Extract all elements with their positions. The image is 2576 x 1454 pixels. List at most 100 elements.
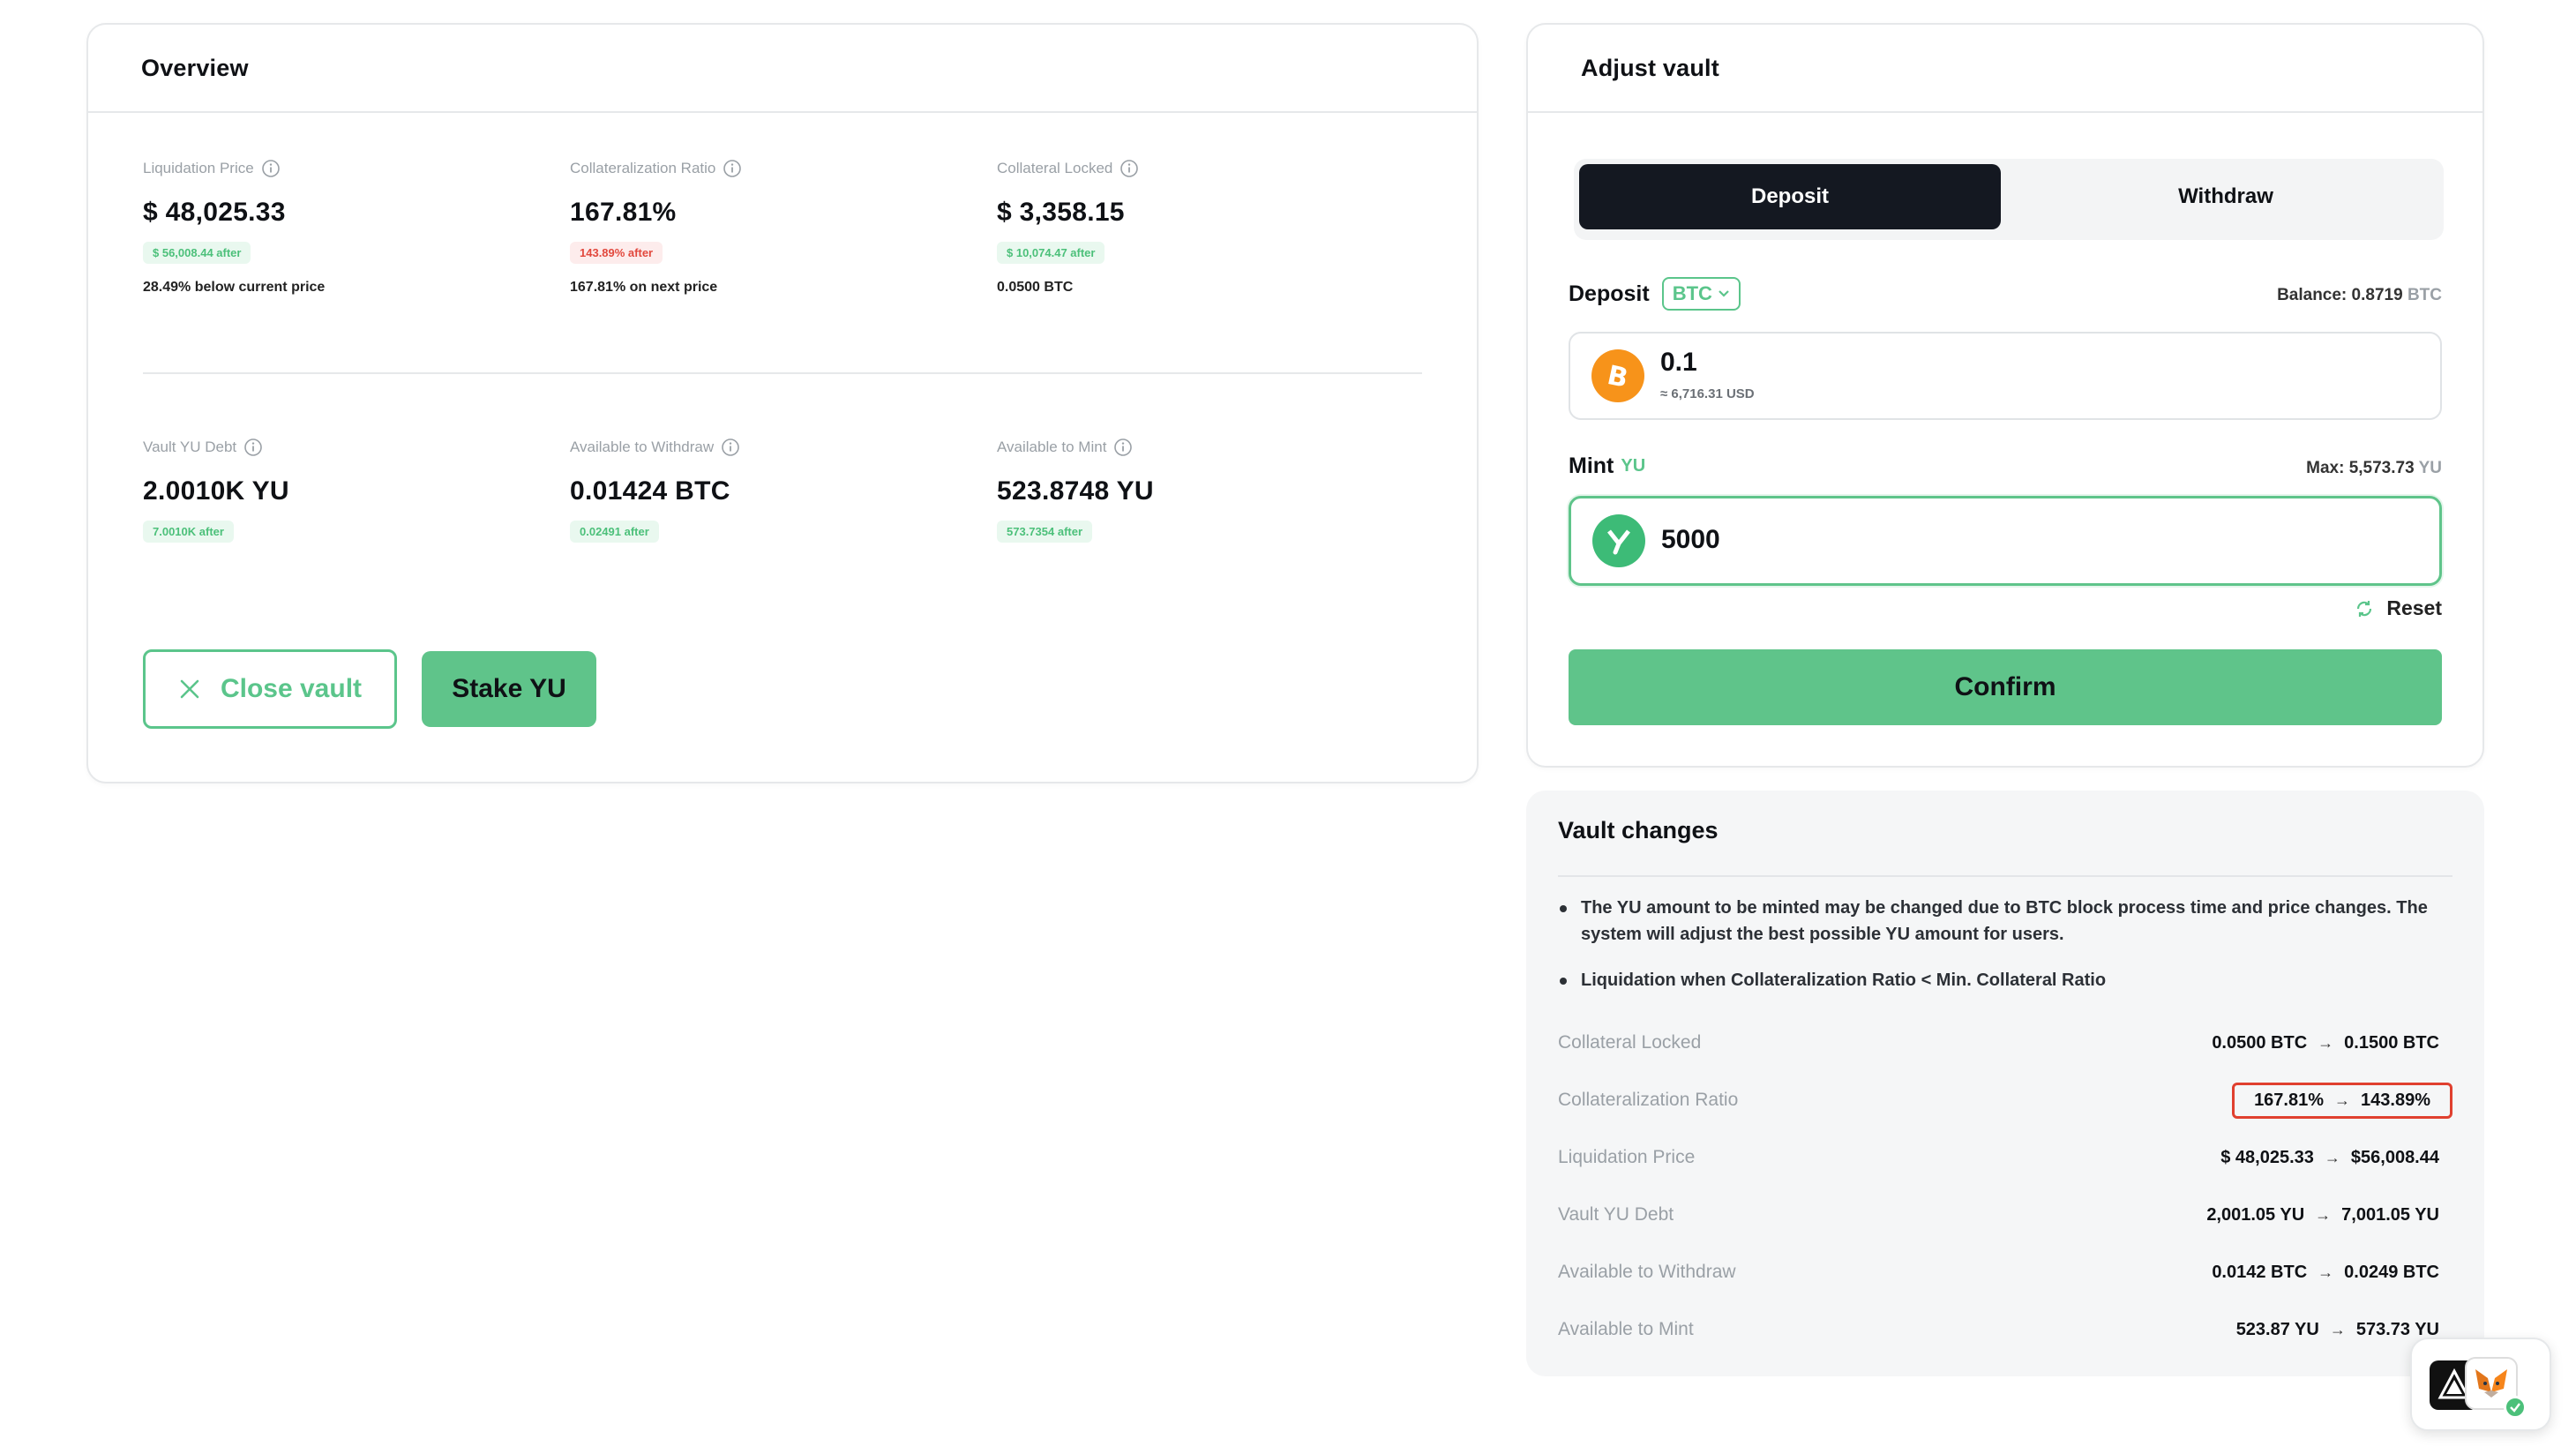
arrow-right-icon: → [2315,1205,2332,1224]
change-to: $56,008.44 [2350,1147,2439,1167]
mint-label: Mint [1569,453,1614,478]
adjust-vault-title: Adjust vault [1528,25,2482,113]
stat-vault-yu-debt: Vault YU Debt 2.0010K YU 7.0010K after [143,438,289,543]
mint-amount-value: 5000 [1661,525,1720,554]
change-value-highlighted: 167.81% → 143.89% [2232,1082,2452,1119]
change-value: 2,001.05 YU → 7,001.05 YU [2193,1197,2452,1233]
section-divider [1558,875,2452,877]
stat-value: 523.8748 YU [997,476,1154,506]
balance-value: Balance: 0.8719 [2277,286,2403,304]
refresh-icon [2357,600,2372,617]
overview-title: Overview [88,25,1477,113]
close-vault-button[interactable]: Close vault [143,649,397,729]
note-item: The YU amount to be minted may be change… [1558,895,2449,948]
reset-button[interactable]: Reset [2355,596,2442,620]
vault-changes-title: Vault changes [1558,817,1719,843]
after-badge: 0.02491 after [570,521,659,543]
change-to: 7,001.05 YU [2341,1204,2439,1225]
arrow-right-icon: → [2324,1148,2340,1166]
deposit-amount-input[interactable]: B 0.1 ≈ 6,716.31 USD [1569,332,2442,420]
info-icon[interactable] [723,159,742,178]
arrow-right-icon: → [2318,1263,2334,1281]
stat-available-to-withdraw: Available to Withdraw 0.01424 BTC 0.0249… [570,438,740,543]
stat-label: Available to Mint [997,438,1107,455]
change-from: 523.87 YU [2235,1319,2319,1339]
stat-value: 0.01424 BTC [570,476,730,506]
info-icon[interactable] [721,438,740,457]
balance-readout: Balance: 0.8719 BTC [2277,286,2442,305]
change-label: Liquidation Price [1558,1147,1696,1167]
stat-available-to-mint: Available to Mint 523.8748 YU 573.7354 a… [997,438,1154,543]
max-unit: YU [2418,459,2442,477]
mint-field-label: Mint YU [1569,453,1645,479]
stat-subtext: 28.49% below current price [143,280,326,295]
arrow-right-icon: → [2334,1090,2351,1109]
stat-collateralization-ratio: Collateralization Ratio 167.81% 143.89% … [570,159,742,296]
change-value: 0.0142 BTC → 0.0249 BTC [2198,1255,2452,1291]
deposit-withdraw-toggle: Deposit Withdraw [1574,159,2444,240]
change-label: Collateralization Ratio [1558,1090,1739,1110]
stat-subtext: 0.0500 BTC [997,280,1074,295]
close-icon [180,679,199,699]
balance-unit: BTC [2407,286,2442,304]
deposit-label: Deposit [1569,281,1650,306]
stat-label: Available to Withdraw [570,438,715,455]
change-row: Collateral Locked 0.0500 BTC → 0.1500 BTC [1558,1025,2452,1061]
note-item: Liquidation when Collateralization Ratio… [1558,967,2449,993]
info-icon[interactable] [243,438,263,457]
info-icon[interactable] [261,159,281,178]
after-badge: 7.0010K after [143,521,234,543]
stat-collateral-locked: Collateral Locked $ 3,358.15 $ 10,074.47… [997,159,1139,296]
token-select[interactable]: BTC [1661,277,1741,311]
stat-label: Liquidation Price [143,160,254,176]
tab-withdraw[interactable]: Withdraw [2015,164,2437,229]
arrow-right-icon: → [2318,1033,2334,1052]
change-to: 0.0249 BTC [2344,1262,2439,1282]
section-divider [143,372,1422,374]
change-label: Collateral Locked [1558,1032,1702,1053]
change-to: 143.89% [2361,1090,2430,1110]
change-label: Available to Withdraw [1558,1262,1736,1282]
close-vault-label: Close vault [220,674,363,703]
deposit-amount-value: 0.1 [1660,348,1697,377]
info-icon[interactable] [1113,438,1133,457]
wallet-widget[interactable] [2410,1338,2551,1431]
change-from: 0.0500 BTC [2212,1032,2308,1053]
change-row: Available to Mint 523.87 YU → 573.73 YU [1558,1312,2452,1347]
change-from: 2,001.05 YU [2206,1204,2305,1225]
change-label: Available to Mint [1558,1319,1694,1339]
stat-label: Vault YU Debt [143,438,237,455]
overview-card: Overview Liquidation Price $ 48,025.33 $… [86,23,1479,783]
mint-amount-input[interactable]: 5000 [1569,496,2442,586]
token-select-value: BTC [1672,282,1712,304]
stake-yu-button[interactable]: Stake YU [422,651,596,727]
change-value: 0.0500 BTC → 0.1500 BTC [2198,1025,2452,1061]
stat-subtext: 167.81% on next price [570,280,718,295]
adjust-vault-card: Adjust vault Deposit Withdraw Deposit BT… [1526,23,2484,768]
deposit-field-label: Deposit BTC [1569,277,1741,311]
change-value: $ 48,025.33 → $56,008.44 [2207,1140,2452,1176]
change-row: Collateralization Ratio 167.81% → 143.89% [1558,1082,2452,1119]
yu-token-icon [1592,514,1645,567]
change-row: Vault YU Debt 2,001.05 YU → 7,001.05 YU [1558,1197,2452,1233]
chevron-down-icon [1719,290,1729,297]
stat-label: Collateralization Ratio [570,160,716,176]
after-badge: $ 10,074.47 after [997,242,1105,264]
change-from: 0.0142 BTC [2212,1262,2308,1282]
change-to: 0.1500 BTC [2344,1032,2439,1053]
connected-check-icon [2504,1396,2527,1419]
confirm-button[interactable]: Confirm [1569,649,2442,725]
change-row: Liquidation Price $ 48,025.33 → $56,008.44 [1558,1140,2452,1175]
max-readout: Max: 5,573.73 YU [2306,459,2442,478]
stat-label: Collateral Locked [997,160,1113,176]
change-from: 167.81% [2254,1090,2325,1110]
mint-token-tag: YU [1621,456,1646,476]
info-icon[interactable] [1120,159,1139,178]
stat-value: 2.0010K YU [143,476,289,506]
after-badge: 143.89% after [570,242,663,264]
change-label: Vault YU Debt [1558,1204,1674,1225]
tab-deposit[interactable]: Deposit [1579,164,2001,229]
deposit-usd-value: ≈ 6,716.31 USD [1660,386,1755,401]
stat-liquidation-price: Liquidation Price $ 48,025.33 $ 56,008.4… [143,159,325,296]
after-badge: 573.7354 after [997,521,1093,543]
